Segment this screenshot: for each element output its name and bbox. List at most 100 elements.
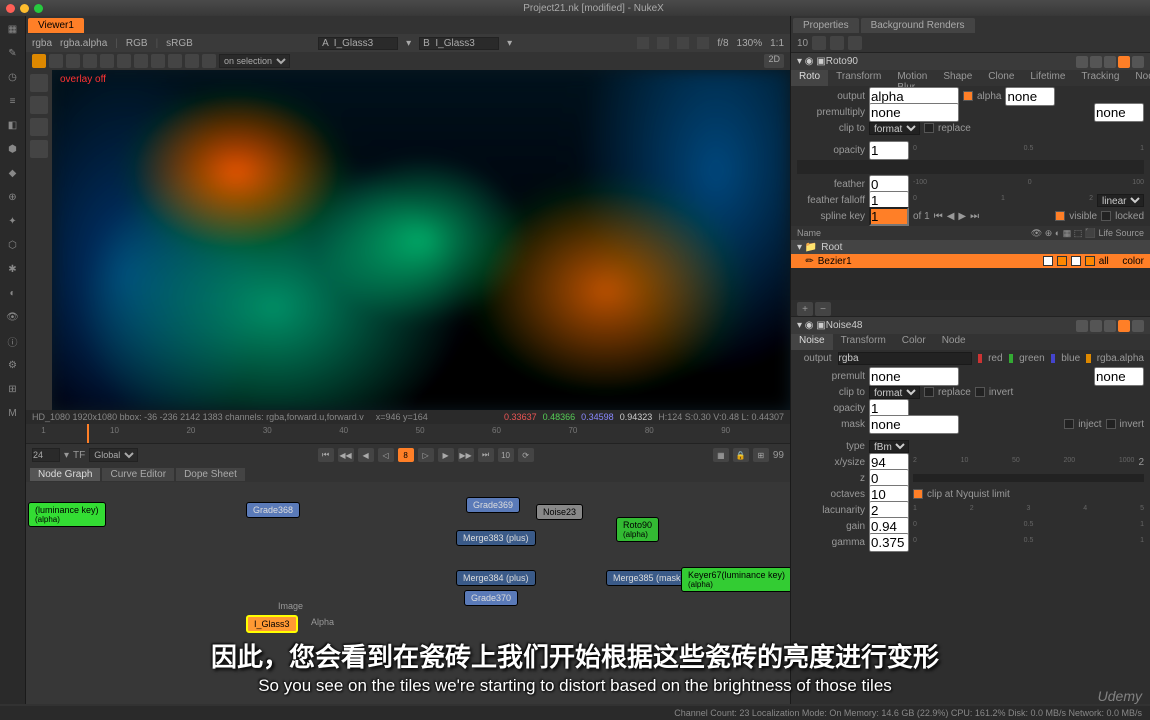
key-prev-icon[interactable]: ◀ xyxy=(947,211,955,222)
panel-color[interactable] xyxy=(1118,320,1130,332)
fps-input[interactable] xyxy=(32,448,60,462)
z-slider[interactable] xyxy=(913,474,1144,482)
node-iglass3[interactable]: I_Glass3 xyxy=(246,615,298,633)
next-key-button[interactable]: ▶▶ xyxy=(458,448,474,462)
noise-panel-header[interactable]: ▾ ◉ ▣ Noise48 xyxy=(791,316,1150,334)
end-frame[interactable]: 10 xyxy=(498,448,514,462)
colorspace[interactable]: RGB xyxy=(126,38,148,49)
panel-btn[interactable] xyxy=(1090,56,1102,68)
panel-btn[interactable] xyxy=(1104,320,1116,332)
subtab-node[interactable]: Node xyxy=(1127,70,1150,86)
tool-draw-icon[interactable]: ✎ xyxy=(4,44,22,62)
node-graph[interactable]: (luminance key)(alpha) Grade368 Grade369… xyxy=(26,482,790,704)
close-icon[interactable] xyxy=(1132,320,1144,332)
tab-dope-sheet[interactable]: Dope Sheet xyxy=(176,468,245,481)
tl-icon[interactable]: ⊞ xyxy=(753,448,769,462)
subtab-lifetime[interactable]: Lifetime xyxy=(1022,70,1073,86)
nyquist-cb[interactable] xyxy=(913,489,923,499)
roto-tool-icon[interactable] xyxy=(202,54,216,68)
tl-icon[interactable]: ▦ xyxy=(713,448,729,462)
node-luminance-key[interactable]: (luminance key)(alpha) xyxy=(28,502,106,527)
tool-merge-icon[interactable]: ⊕ xyxy=(4,188,22,206)
play-button[interactable]: ▶ xyxy=(438,448,454,462)
subtab-shape[interactable]: Shape xyxy=(935,70,980,86)
bspline-tool-icon[interactable] xyxy=(30,118,48,136)
vb-icon[interactable] xyxy=(697,37,709,49)
panel-color[interactable] xyxy=(1118,56,1130,68)
spline-input[interactable] xyxy=(869,207,909,226)
close-icon[interactable] xyxy=(6,4,15,13)
premult-input[interactable] xyxy=(869,103,959,122)
roto-tool-icon[interactable] xyxy=(168,54,182,68)
noise-output[interactable] xyxy=(838,352,972,365)
vb-icon[interactable] xyxy=(677,37,689,49)
subtab-transform[interactable]: Transform xyxy=(833,334,894,350)
first-frame-button[interactable]: ⏮ xyxy=(318,448,334,462)
step-back-button[interactable]: ◁ xyxy=(378,448,394,462)
lut[interactable]: sRGB xyxy=(166,38,193,49)
bezier-tool-icon[interactable] xyxy=(30,96,48,114)
lock-icon[interactable] xyxy=(812,36,826,50)
roto-tool-icon[interactable] xyxy=(83,54,97,68)
remove-layer-button[interactable]: − xyxy=(815,302,831,316)
output-cb[interactable] xyxy=(963,91,973,101)
panel-btn[interactable] xyxy=(1090,320,1102,332)
vb-icon[interactable] xyxy=(637,37,649,49)
zoom-label[interactable]: 130% xyxy=(737,38,763,49)
node-grade370[interactable]: Grade370 xyxy=(464,590,518,606)
falloff-type[interactable]: linear xyxy=(1097,194,1144,207)
channel-rgba[interactable]: rgba xyxy=(32,38,52,49)
tab-node-graph[interactable]: Node Graph xyxy=(30,468,100,481)
clipto-select[interactable]: format xyxy=(869,122,920,135)
output-r[interactable] xyxy=(1005,87,1055,106)
tool-channel-icon[interactable]: ≡ xyxy=(4,92,22,110)
roto-tool-icon[interactable] xyxy=(66,54,80,68)
tool-deep-icon[interactable]: ◐ xyxy=(4,284,22,302)
noise-type[interactable]: fBm xyxy=(869,440,909,453)
noise-clipto[interactable]: format xyxy=(869,386,920,399)
current-frame[interactable]: 8 xyxy=(398,448,414,462)
input-a[interactable] xyxy=(318,37,398,50)
tab-curve-editor[interactable]: Curve Editor xyxy=(102,468,174,481)
ellipse-tool-icon[interactable] xyxy=(30,140,48,158)
trash-icon[interactable] xyxy=(830,36,844,50)
node-merge385[interactable]: Merge385 (mask) xyxy=(606,570,691,586)
tl-icon[interactable]: 🔒 xyxy=(733,448,749,462)
minimize-icon[interactable] xyxy=(20,4,29,13)
tool-meta-icon[interactable]: ⓘ xyxy=(4,332,22,350)
visible-cb[interactable] xyxy=(1055,211,1065,221)
key-last-icon[interactable]: ⏭ xyxy=(970,211,979,222)
vb-icon[interactable] xyxy=(657,37,669,49)
roto-tool-icon[interactable] xyxy=(32,54,46,68)
tf-label[interactable]: TF xyxy=(73,450,85,461)
node-roto90[interactable]: Roto90(alpha) xyxy=(616,517,659,542)
noise-mask[interactable] xyxy=(869,415,959,434)
selection-mode[interactable]: on selection xyxy=(219,54,290,68)
locked-cb[interactable] xyxy=(1101,211,1111,221)
premult-r[interactable] xyxy=(1094,103,1144,122)
red-cb[interactable] xyxy=(978,354,983,363)
node-noise23[interactable]: Noise23 xyxy=(536,504,583,520)
noise-premult[interactable] xyxy=(869,367,959,386)
step-fwd-button[interactable]: ▷ xyxy=(418,448,434,462)
tool-transform-icon[interactable]: ✦ xyxy=(4,212,22,230)
roto-tool-icon[interactable] xyxy=(100,54,114,68)
panel-btn[interactable] xyxy=(1076,56,1088,68)
layer-root[interactable]: ▾ 📁 Root xyxy=(791,240,1150,254)
subtab-clone[interactable]: Clone xyxy=(980,70,1022,86)
subtab-node[interactable]: Node xyxy=(934,334,974,350)
tool-m-icon[interactable]: M xyxy=(4,404,22,422)
opacity-input[interactable] xyxy=(869,141,909,160)
gamma-input[interactable] xyxy=(869,533,909,552)
tool-time-icon[interactable]: ◷ xyxy=(4,68,22,86)
last-frame-button[interactable]: ⏭ xyxy=(478,448,494,462)
play-back-button[interactable]: ◀ xyxy=(358,448,374,462)
ratio-label[interactable]: 1:1 xyxy=(770,38,784,49)
channel-alpha[interactable]: rgba.alpha xyxy=(60,38,107,49)
blue-cb[interactable] xyxy=(1051,354,1056,363)
clip-cb[interactable] xyxy=(924,123,934,133)
range-mode[interactable]: Global xyxy=(89,448,138,462)
node-grade368[interactable]: Grade368 xyxy=(246,502,300,518)
roto-tool-icon[interactable] xyxy=(134,54,148,68)
select-tool-icon[interactable] xyxy=(30,74,48,92)
